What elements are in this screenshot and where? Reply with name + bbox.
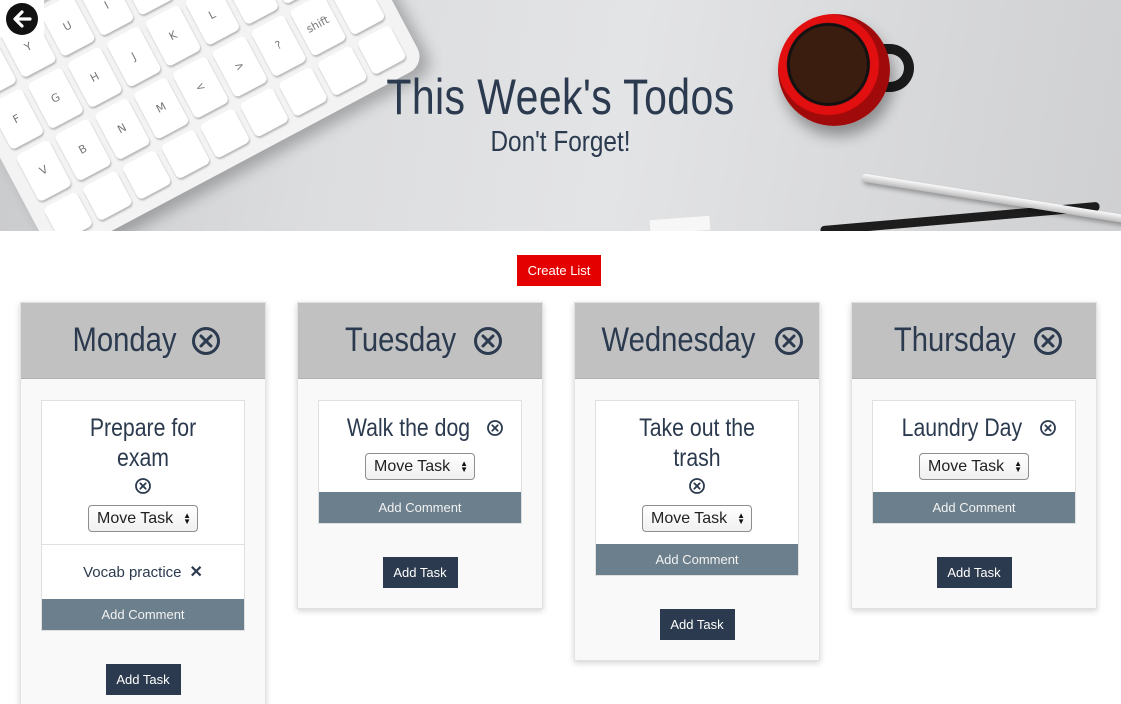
move-task-select[interactable]: Move Task ▲ ▼ bbox=[88, 505, 198, 532]
hero-banner: 6 7 8 9 0 - = del T Y U I O P [ ] \ F G … bbox=[0, 0, 1121, 231]
add-task-button[interactable]: Add Task bbox=[382, 557, 458, 588]
list-column-tuesday: Tuesday Walk the dog Move Task ▲ ▼ Add Co… bbox=[297, 302, 543, 609]
task-title: Laundry Day bbox=[901, 414, 1023, 442]
task-card: Take out the trash Move Task ▲ ▼ Add Comm… bbox=[595, 400, 799, 576]
delete-list-icon[interactable] bbox=[190, 325, 222, 357]
list-header: Wednesday bbox=[575, 303, 819, 379]
select-arrows-icon: ▲ ▼ bbox=[1014, 458, 1022, 474]
list-header: Tuesday bbox=[298, 303, 542, 379]
back-arrow-icon bbox=[6, 2, 38, 35]
select-arrows-icon: ▲ ▼ bbox=[460, 458, 468, 474]
add-task-button[interactable]: Add Task bbox=[659, 609, 735, 640]
task-title: Take out the trash bbox=[639, 414, 755, 472]
task-title: Prepare for exam bbox=[89, 414, 197, 472]
add-task-button[interactable]: Add Task bbox=[105, 664, 181, 695]
delete-task-icon[interactable] bbox=[688, 477, 706, 495]
comment-text: Vocab practice bbox=[83, 563, 182, 581]
add-comment-button[interactable]: Add Comment bbox=[319, 492, 521, 523]
delete-task-icon[interactable] bbox=[1039, 419, 1057, 437]
paper-image bbox=[649, 215, 711, 231]
move-task-select[interactable]: Move Task ▲ ▼ bbox=[642, 505, 752, 532]
create-list-button[interactable]: Create List bbox=[517, 255, 601, 286]
move-task-label: Move Task bbox=[97, 509, 174, 527]
delete-list-icon[interactable] bbox=[1032, 325, 1064, 357]
move-task-select[interactable]: Move Task ▲ ▼ bbox=[919, 453, 1029, 480]
list-column-monday: Monday Prepare for exam Move Task ▲ ▼ Voc… bbox=[20, 302, 266, 704]
move-task-label: Move Task bbox=[928, 457, 1005, 475]
move-task-select[interactable]: Move Task ▲ ▼ bbox=[365, 453, 475, 480]
delete-task-icon[interactable] bbox=[486, 419, 504, 437]
task-title: Walk the dog bbox=[346, 414, 470, 442]
add-comment-button[interactable]: Add Comment bbox=[873, 492, 1075, 523]
list-header: Thursday bbox=[852, 303, 1096, 379]
task-card: Prepare for exam Move Task ▲ ▼ Vocab prac… bbox=[41, 400, 245, 631]
list-column-wednesday: Wednesday Take out the trash Move Task ▲… bbox=[574, 302, 820, 661]
move-task-label: Move Task bbox=[651, 509, 728, 527]
list-column-thursday: Thursday Laundry Day Move Task ▲ ▼ Add Co… bbox=[851, 302, 1097, 609]
list-title: Tuesday bbox=[345, 321, 457, 359]
keyboard-key bbox=[81, 169, 133, 222]
select-arrows-icon: ▲ ▼ bbox=[183, 510, 191, 526]
add-task-button[interactable]: Add Task bbox=[936, 557, 1012, 588]
move-task-label: Move Task bbox=[374, 457, 451, 475]
list-header: Monday bbox=[21, 303, 265, 379]
list-title: Monday bbox=[71, 321, 177, 359]
add-comment-button[interactable]: Add Comment bbox=[42, 599, 244, 630]
page-subtitle: Don't Forget! bbox=[490, 126, 631, 158]
page-title: This Week's Todos bbox=[386, 69, 735, 125]
delete-list-icon[interactable] bbox=[773, 325, 805, 357]
comment-item: Vocab practice ✕ bbox=[42, 544, 244, 599]
list-title: Thursday bbox=[894, 321, 1016, 359]
back-button[interactable] bbox=[0, 0, 44, 37]
list-title: Wednesday bbox=[601, 321, 755, 359]
delete-comment-icon[interactable]: ✕ bbox=[190, 562, 203, 582]
select-arrows-icon: ▲ ▼ bbox=[737, 510, 745, 526]
task-card: Walk the dog Move Task ▲ ▼ Add Comment bbox=[318, 400, 522, 524]
delete-task-icon[interactable] bbox=[134, 477, 152, 495]
add-comment-button[interactable]: Add Comment bbox=[596, 544, 798, 575]
task-card: Laundry Day Move Task ▲ ▼ Add Comment bbox=[872, 400, 1076, 524]
delete-list-icon[interactable] bbox=[472, 325, 504, 357]
